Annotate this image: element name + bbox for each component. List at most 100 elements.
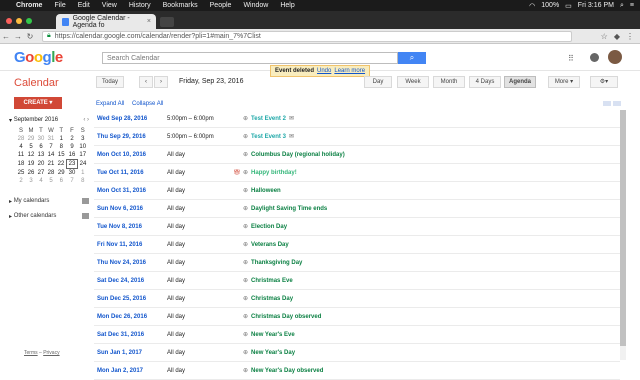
mini-day[interactable]: 24 — [78, 160, 89, 169]
mini-day[interactable]: 1 — [78, 169, 89, 178]
event-title[interactable]: New Year's Day — [251, 350, 295, 356]
agenda-row[interactable]: Tue Oct 11, 2016 All day 🎁︎ ⊕ Happy birthday… — [94, 164, 620, 182]
mini-day[interactable]: 16 — [67, 151, 78, 160]
mini-day[interactable]: 4 — [16, 143, 26, 151]
view-4days-button[interactable]: 4 Days — [469, 76, 501, 88]
event-entry[interactable]: ⊕ New Year's Day observed — [243, 367, 323, 375]
expand-event-icon[interactable]: ⊕ — [243, 259, 248, 266]
zoom-window-icon[interactable] — [26, 18, 32, 24]
event-entry[interactable]: ⊕ Daylight Saving Time ends — [243, 205, 327, 213]
create-button[interactable]: CREATE ▾ — [14, 97, 62, 109]
more-button[interactable]: More ▾ — [548, 76, 580, 88]
mini-day[interactable]: 21 — [46, 160, 56, 169]
next-button[interactable]: › — [154, 76, 168, 88]
expand-event-icon[interactable]: ⊕ — [243, 205, 248, 212]
star-icon[interactable]: ☆ — [601, 32, 608, 41]
expand-event-icon[interactable]: ⊕ — [243, 313, 248, 320]
mini-day[interactable]: 1 — [56, 135, 67, 143]
menu-list-icon[interactable]: ≡ — [630, 2, 634, 9]
mini-day[interactable]: 8 — [56, 143, 67, 151]
agenda-row[interactable]: Mon Jan 2, 2017 All day ⊕ New Year's Day ob… — [94, 362, 620, 380]
agenda-row[interactable]: Sat Dec 24, 2016 All day ⊕ Christmas Eve — [94, 272, 620, 290]
agenda-row[interactable]: Mon Dec 26, 2016 All day ⊕ Christmas Day ob… — [94, 308, 620, 326]
event-date[interactable]: Mon Dec 26, 2016 — [94, 314, 167, 320]
event-date[interactable]: Sun Dec 25, 2016 — [94, 296, 167, 302]
event-title[interactable]: Columbus Day (regional holiday) — [251, 152, 345, 158]
mini-day[interactable]: 31 — [46, 135, 56, 143]
mini-day[interactable]: 4 — [36, 177, 46, 185]
privacy-link[interactable]: Privacy — [43, 350, 59, 356]
event-entry[interactable]: ⊕ Test Event 2 ✉ — [243, 115, 294, 123]
menu-history[interactable]: History — [129, 2, 151, 9]
expand-event-icon[interactable]: ⊕ — [243, 367, 248, 374]
event-title[interactable]: New Year's Day observed — [251, 368, 323, 374]
expand-event-icon[interactable]: ⊕ — [243, 241, 248, 248]
event-date[interactable]: Mon Oct 10, 2016 — [94, 152, 167, 158]
expand-event-icon[interactable]: ⊕ — [243, 349, 248, 356]
mini-day[interactable]: 20 — [36, 160, 46, 169]
event-date[interactable]: Thu Sep 29, 2016 — [94, 134, 167, 140]
agenda-row[interactable]: Mon Oct 31, 2016 All day ⊕ Halloween — [94, 182, 620, 200]
event-title[interactable]: Happy birthday! — [251, 170, 297, 176]
mini-month-label[interactable]: September 2016 — [14, 117, 58, 124]
close-tab-icon[interactable]: × — [147, 18, 151, 25]
mini-day[interactable]: 8 — [78, 177, 89, 185]
mini-day[interactable]: 18 — [16, 160, 26, 169]
event-entry[interactable]: ⊕ Thanksgiving Day — [243, 259, 302, 267]
undo-link[interactable]: Undo — [317, 68, 331, 74]
expand-event-icon[interactable]: ⊕ — [243, 295, 248, 302]
event-date[interactable]: Wed Sep 28, 2016 — [94, 116, 167, 122]
mini-day[interactable]: 22 — [56, 160, 67, 169]
mini-nav-arrows-icon[interactable]: ‹ › — [83, 117, 89, 124]
mini-day[interactable]: 3 — [26, 177, 36, 185]
my-calendars-section[interactable]: ▸ My calendars — [9, 198, 89, 205]
event-date[interactable]: Mon Jan 2, 2017 — [94, 368, 167, 374]
mini-day[interactable]: 23 — [66, 159, 78, 169]
view-agenda-button[interactable]: Agenda — [504, 76, 536, 88]
forward-icon[interactable]: → — [12, 32, 24, 41]
menu-icon[interactable]: ⋮ — [626, 32, 634, 41]
mini-day[interactable]: 29 — [56, 169, 67, 178]
avatar[interactable] — [608, 50, 622, 64]
mini-day[interactable]: 10 — [78, 143, 89, 151]
minimize-window-icon[interactable] — [16, 18, 22, 24]
event-title[interactable]: New Year's Eve — [251, 332, 295, 338]
agenda-row[interactable]: Thu Nov 24, 2016 All day ⊕ Thanksgiving Day — [94, 254, 620, 272]
mini-day[interactable]: 27 — [36, 169, 46, 178]
today-button[interactable]: Today — [96, 76, 124, 88]
google-logo[interactable]: Google — [14, 49, 63, 66]
mini-day[interactable]: 2 — [67, 135, 78, 143]
event-entry[interactable]: ⊕ New Year's Eve — [243, 331, 295, 339]
apps-grid-icon[interactable]: ⠿ — [568, 54, 574, 63]
close-window-icon[interactable] — [6, 18, 12, 24]
event-date[interactable]: Fri Nov 11, 2016 — [94, 242, 167, 248]
dropdown-icon[interactable] — [82, 213, 89, 219]
view-month-button[interactable]: Month — [433, 76, 465, 88]
mini-day[interactable]: 14 — [46, 151, 56, 160]
expand-event-icon[interactable]: ⊕ — [243, 223, 248, 230]
event-title[interactable]: Halloween — [251, 188, 281, 194]
menu-window[interactable]: Window — [243, 2, 268, 9]
mini-day[interactable]: 28 — [16, 135, 26, 143]
expand-event-icon[interactable]: ⊕ — [243, 169, 248, 176]
mini-day[interactable]: 7 — [46, 143, 56, 151]
event-date[interactable]: Tue Oct 11, 2016 — [94, 170, 167, 176]
event-entry[interactable]: ⊕ Veterans Day — [243, 241, 289, 249]
back-icon[interactable]: ← — [0, 32, 12, 41]
event-entry[interactable]: ⊕ Happy birthday! — [243, 169, 297, 177]
mini-day[interactable]: 19 — [26, 160, 36, 169]
view-week-button[interactable]: Week — [397, 76, 429, 88]
event-title[interactable]: Test Event 3 — [251, 134, 286, 140]
mini-day[interactable]: 26 — [26, 169, 36, 178]
agenda-row[interactable]: Mon Oct 10, 2016 All day ⊕ Columbus Day (re… — [94, 146, 620, 164]
menu-view[interactable]: View — [102, 2, 117, 9]
notifications-icon[interactable] — [590, 53, 599, 62]
spotlight-icon[interactable]: ⌕ — [620, 2, 624, 10]
settings-button[interactable]: ⚙︎▾ — [590, 76, 618, 88]
menu-file[interactable]: File — [54, 2, 65, 9]
mini-day[interactable]: 13 — [36, 151, 46, 160]
expand-event-icon[interactable]: ⊕ — [243, 187, 248, 194]
event-title[interactable]: Election Day — [251, 224, 287, 230]
event-entry[interactable]: ⊕ Christmas Eve — [243, 277, 293, 285]
mini-day[interactable]: 6 — [56, 177, 67, 185]
